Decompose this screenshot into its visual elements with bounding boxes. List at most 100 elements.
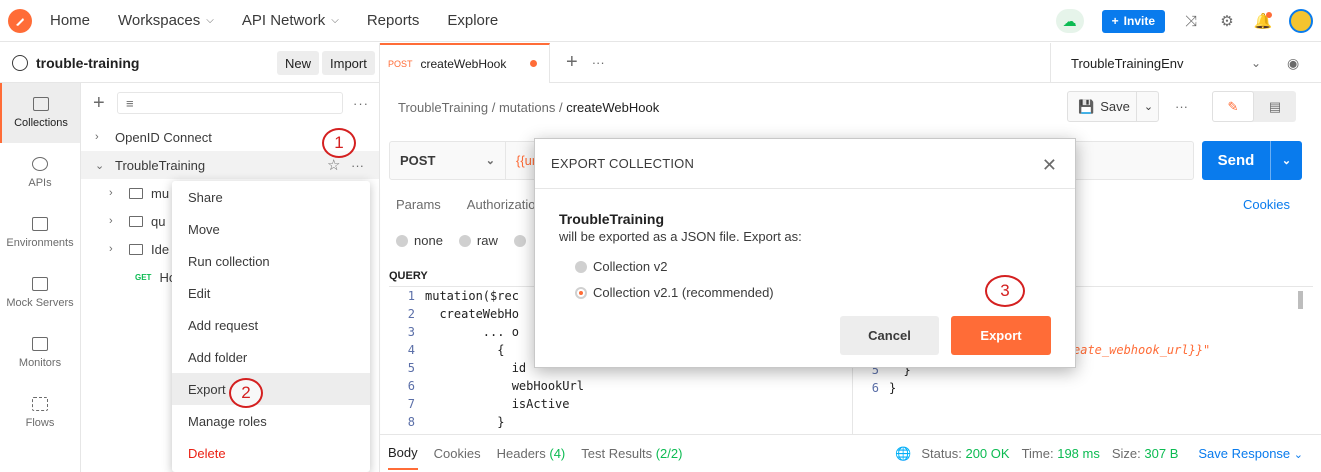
menu-item-run-collection[interactable]: Run collection — [172, 245, 370, 277]
chevron-down-icon[interactable]: ⌄ — [95, 159, 105, 172]
chevron-right-icon[interactable]: › — [109, 243, 119, 255]
menu-item-manage-roles[interactable]: Manage roles — [172, 405, 370, 437]
top-bar: Home Workspaces ⌵ API Network ⌵ Reports Ex… — [0, 0, 1321, 42]
nav-reports[interactable]: Reports — [367, 12, 420, 29]
dialog-description: will be exported as a JSON file. Export … — [559, 229, 802, 244]
chevron-down-icon[interactable]: ⌄ — [1270, 141, 1302, 180]
invite-button[interactable]: + Invite — [1101, 9, 1165, 33]
radio-circle-icon — [458, 235, 471, 247]
star-icon[interactable]: ☆ — [327, 156, 340, 174]
code-line: 6} — [871, 381, 897, 395]
tab-label: createWebHook — [420, 56, 507, 71]
more-options-icon[interactable]: ··· — [351, 158, 364, 173]
response-tab-cookies[interactable]: Cookies — [434, 446, 481, 461]
variable-token: eate_webhook_url}}" — [1073, 343, 1211, 357]
breadcrumb-folder[interactable]: mutations — [499, 100, 555, 115]
view-toggle: ✎ ▤ — [1212, 91, 1296, 122]
menu-item-move[interactable]: Move — [172, 213, 370, 245]
chevron-down-icon: ⌄ — [1293, 449, 1303, 461]
sync-cloud-icon[interactable]: ☁ — [1055, 9, 1084, 33]
rail-flows[interactable]: Flows — [0, 383, 80, 443]
time-readout: Time: 198 ms — [1021, 446, 1100, 461]
notification-dot — [1266, 12, 1272, 18]
collection-context-menu: Share Move Run collection Edit Add reque… — [172, 181, 370, 472]
folder-icon — [129, 243, 143, 255]
nav-home[interactable]: Home — [50, 12, 90, 29]
request-tabs: Params Authorization — [396, 197, 543, 212]
response-tab-body[interactable]: Body — [388, 445, 418, 470]
radio-more[interactable] — [513, 233, 532, 248]
chevron-down-icon: ⌄ — [485, 155, 495, 167]
avatar[interactable] — [1289, 9, 1313, 33]
chevron-right-icon[interactable]: › — [109, 215, 119, 227]
add-collection-icon[interactable]: + — [93, 92, 109, 115]
export-collection-dialog: EXPORT COLLECTION ✕ TroubleTraining will… — [534, 138, 1076, 368]
method-select[interactable]: POST ⌄ — [390, 142, 506, 179]
menu-item-add-request[interactable]: Add request — [172, 309, 370, 341]
option-collection-v21[interactable]: Collection v2.1 (recommended) — [575, 285, 774, 300]
menu-item-share[interactable]: Share — [172, 181, 370, 213]
send-button[interactable]: Send ⌄ — [1202, 141, 1302, 180]
vertical-scrollbar[interactable] — [1298, 291, 1303, 309]
flows-icon — [32, 397, 48, 411]
response-tab-test-results[interactable]: Test Results (2/2) — [581, 446, 682, 461]
cookies-link[interactable]: Cookies — [1243, 197, 1290, 212]
folder-icon — [129, 215, 143, 227]
rail-mock-servers[interactable]: Mock Servers — [0, 263, 80, 323]
globe-icon — [12, 54, 28, 71]
chevron-right-icon[interactable]: › — [95, 131, 105, 143]
tab-createwebhook[interactable]: POST createWebHook — [380, 42, 550, 83]
more-options-icon[interactable]: ··· — [353, 96, 369, 111]
globe-network-icon[interactable]: 🌐 — [895, 446, 911, 462]
save-response-button[interactable]: Save Response ⌄ — [1198, 446, 1321, 461]
rail-collections[interactable]: Collections — [0, 83, 80, 143]
tab-params[interactable]: Params — [396, 197, 441, 212]
cancel-button[interactable]: Cancel — [840, 316, 939, 355]
postman-logo-icon[interactable] — [8, 8, 32, 33]
breadcrumb-current: createWebHook — [566, 100, 660, 115]
apis-icon — [32, 157, 48, 171]
rail-environments[interactable]: Environments — [0, 203, 80, 263]
save-button[interactable]: 💾 Save ⌄ — [1067, 91, 1159, 122]
option-collection-v2[interactable]: Collection v2 — [575, 259, 667, 274]
export-button[interactable]: Export — [951, 316, 1051, 355]
import-button[interactable]: Import — [322, 51, 375, 75]
monitors-icon — [32, 337, 48, 351]
eye-icon[interactable]: ◉ — [1287, 55, 1299, 72]
radio-raw[interactable]: raw — [458, 233, 498, 248]
new-button[interactable]: New — [277, 51, 320, 75]
tab-more-icon[interactable]: ··· — [592, 55, 605, 70]
nav-workspaces[interactable]: Workspaces ⌵ — [118, 12, 214, 29]
response-status-bar: Body Cookies Headers (4) Test Results (2… — [380, 434, 1321, 472]
satellite-icon[interactable]: ⤨ — [1181, 11, 1201, 31]
menu-item-export[interactable]: Export — [172, 373, 370, 405]
workspace-header: trouble-training New Import — [0, 43, 380, 83]
gear-icon[interactable]: ⚙ — [1217, 11, 1237, 31]
chevron-down-icon[interactable]: ⌄ — [1136, 92, 1160, 121]
menu-item-delete[interactable]: Delete — [172, 437, 370, 469]
nav-api-network[interactable]: API Network ⌵ — [242, 12, 339, 29]
bell-icon[interactable]: 🔔 — [1253, 11, 1273, 31]
breadcrumb-collection[interactable]: TroubleTraining — [398, 100, 488, 115]
rail-apis[interactable]: APIs — [0, 143, 80, 203]
comments-icon[interactable]: ▤ — [1254, 91, 1296, 122]
tab-method: POST — [388, 58, 413, 69]
close-icon[interactable]: ✕ — [1042, 155, 1057, 176]
filter-input[interactable]: ≡ — [117, 92, 343, 114]
response-tab-headers[interactable]: Headers (4) — [497, 446, 566, 461]
radio-none[interactable]: none — [396, 233, 443, 248]
tab-authorization[interactable]: Authorization — [467, 197, 543, 212]
dialog-collection-name: TroubleTraining — [559, 211, 665, 227]
new-tab-icon[interactable]: + — [566, 51, 578, 74]
environment-select[interactable]: TroubleTrainingEnv ⌄ ◉ — [1050, 43, 1321, 83]
more-options-icon[interactable]: ··· — [1175, 99, 1188, 114]
mock-servers-icon — [32, 277, 48, 291]
nav-explore[interactable]: Explore — [447, 12, 498, 29]
rail-monitors[interactable]: Monitors — [0, 323, 80, 383]
menu-item-edit[interactable]: Edit — [172, 277, 370, 309]
workspace-name[interactable]: trouble-training — [36, 55, 139, 71]
edit-pencil-icon[interactable]: ✎ — [1212, 91, 1254, 122]
menu-item-add-folder[interactable]: Add folder — [172, 341, 370, 373]
code-line: 8 } — [407, 415, 505, 429]
chevron-right-icon[interactable]: › — [109, 187, 119, 199]
